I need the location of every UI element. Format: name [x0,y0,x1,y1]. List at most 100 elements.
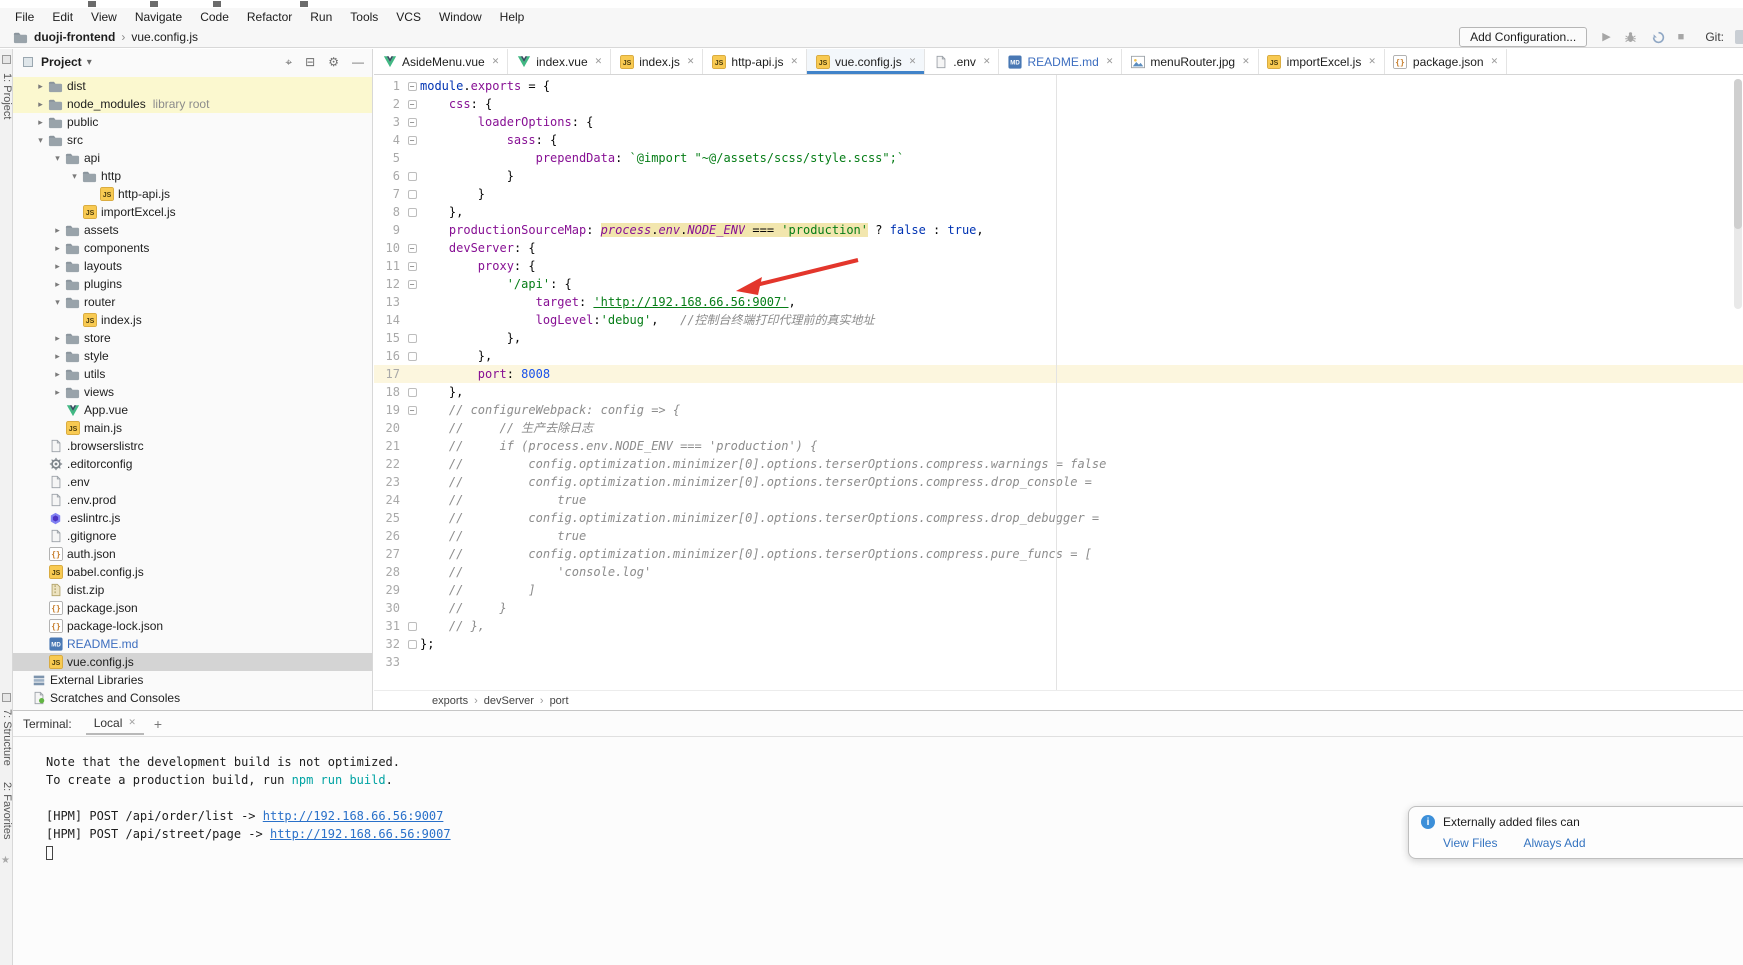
menu-item-file[interactable]: File [6,8,43,27]
vcs-update-icon[interactable] [1735,30,1743,44]
tool-window-button-structure[interactable]: 7: Structure [0,709,13,766]
line-number[interactable]: 27 [374,545,404,563]
new-terminal-button[interactable]: + [154,716,162,732]
chevron-down-icon[interactable]: ▾ [68,171,81,182]
tool-window-button-project[interactable]: 1: Project [0,73,13,119]
project-panel-title[interactable]: Project [41,55,82,69]
line-number[interactable]: 11 [374,257,404,275]
line-number[interactable]: 10 [374,239,404,257]
line-number[interactable]: 4 [374,131,404,149]
debug-button[interactable] [1622,31,1639,44]
chevron-down-icon[interactable]: ▾ [87,57,92,68]
line-number[interactable]: 3 [374,113,404,131]
line-number[interactable]: 17 [374,365,404,383]
tree-item-babel-config-js[interactable]: JSbabel.config.js [13,563,372,581]
line-number[interactable]: 18 [374,383,404,401]
line-number[interactable]: 23 [374,473,404,491]
chevron-right-icon[interactable]: ▸ [34,117,47,128]
tree-item-views[interactable]: ▸views [13,383,372,401]
fold-marker-icon[interactable]: − [404,275,420,293]
editor-tab-asidemenu-vue[interactable]: AsideMenu.vue✕ [374,49,508,74]
tree-item-env[interactable]: .env [13,473,372,491]
breadcrumb-exports[interactable]: exports [432,695,468,707]
tree-item-browserslistrc[interactable]: .browserslistrc [13,437,372,455]
close-icon[interactable]: ✕ [687,56,695,67]
menu-item-run[interactable]: Run [301,8,341,27]
line-number[interactable]: 26 [374,527,404,545]
chevron-right-icon[interactable]: ▸ [51,369,64,380]
line-number[interactable]: 5 [374,149,404,167]
close-icon[interactable]: ✕ [595,56,603,67]
line-number[interactable]: 19 [374,401,404,419]
line-number[interactable]: 13 [374,293,404,311]
fold-marker-icon[interactable]: − [404,257,420,275]
chevron-right-icon[interactable]: ▸ [51,333,64,344]
editor-tab-readme-md[interactable]: MDREADME.md✕ [999,49,1122,74]
tree-item-public[interactable]: ▸public [13,113,372,131]
line-number[interactable]: 7 [374,185,404,203]
tree-item-app-vue[interactable]: App.vue [13,401,372,419]
tree-item-auth-json[interactable]: {}auth.json [13,545,372,563]
chevron-right-icon[interactable]: ▸ [51,243,64,254]
chevron-down-icon[interactable]: ▾ [51,153,64,164]
menu-item-view[interactable]: View [82,8,126,27]
favorites-star-icon[interactable]: ★ [1,855,10,866]
breadcrumb-port[interactable]: port [550,695,569,707]
fold-marker-icon[interactable] [404,383,420,401]
stop-button[interactable]: ■ [1678,27,1685,47]
tree-item-package-lock-json[interactable]: {}package-lock.json [13,617,372,635]
chevron-right-icon[interactable]: ▸ [51,387,64,398]
line-number[interactable]: 16 [374,347,404,365]
editor-tab-vue-config-js[interactable]: JSvue.config.js✕ [807,49,925,74]
tree-item-style[interactable]: ▸style [13,347,372,365]
chevron-down-icon[interactable]: ▾ [34,135,47,146]
tool-window-button-favorites[interactable]: 2: Favorites [0,782,13,839]
fold-marker-icon[interactable] [404,167,420,185]
close-icon[interactable]: ✕ [128,717,136,728]
run-button[interactable]: ▶ [1602,27,1610,47]
fold-marker-icon[interactable] [404,329,420,347]
line-number[interactable]: 24 [374,491,404,509]
line-number[interactable]: 22 [374,455,404,473]
menu-item-window[interactable]: Window [430,8,491,27]
close-icon[interactable]: ✕ [1491,56,1499,67]
fold-marker-icon[interactable]: − [404,131,420,149]
breadcrumb-file[interactable]: vue.config.js [131,30,198,44]
tree-item-src[interactable]: ▾src [13,131,372,149]
close-icon[interactable]: ✕ [1106,56,1114,67]
menu-item-edit[interactable]: Edit [43,8,82,27]
tree-item-main-js[interactable]: JSmain.js [13,419,372,437]
tree-item-external-libraries[interactable]: External Libraries [13,671,372,689]
tree-item-layouts[interactable]: ▸layouts [13,257,372,275]
tree-item-utils[interactable]: ▸utils [13,365,372,383]
close-icon[interactable]: ✕ [983,56,991,67]
line-number[interactable]: 1 [374,77,404,95]
tree-item-assets[interactable]: ▸assets [13,221,372,239]
structure-tool-icon[interactable] [2,693,11,702]
fold-marker-icon[interactable]: − [404,239,420,257]
tree-item-node-modules[interactable]: ▸node_moduleslibrary root [13,95,372,113]
tree-item-router[interactable]: ▾router [13,293,372,311]
line-number[interactable]: 15 [374,329,404,347]
notification-action-always-add[interactable]: Always Add [1523,836,1585,850]
chevron-right-icon[interactable]: ▸ [51,279,64,290]
tree-item-env-prod[interactable]: .env.prod [13,491,372,509]
tree-item-store[interactable]: ▸store [13,329,372,347]
line-number[interactable]: 8 [374,203,404,221]
line-number[interactable]: 29 [374,581,404,599]
menu-item-tools[interactable]: Tools [341,8,387,27]
fold-marker-icon[interactable]: − [404,77,420,95]
terminal-url-link[interactable]: http://192.168.66.56:9007 [270,827,451,841]
tree-item-index-js[interactable]: JSindex.js [13,311,372,329]
breadcrumb-project[interactable]: duoji-frontend [34,30,115,44]
line-number[interactable]: 31 [374,617,404,635]
line-number[interactable]: 6 [374,167,404,185]
tree-item-eslintrc-js[interactable]: .eslintrc.js [13,509,372,527]
tree-item-http-api-js[interactable]: JShttp-api.js [13,185,372,203]
terminal-url-link[interactable]: http://192.168.66.56:9007 [263,809,444,823]
line-number[interactable]: 14 [374,311,404,329]
fold-marker-icon[interactable] [404,185,420,203]
project-tool-icon[interactable] [2,55,11,64]
fold-marker-icon[interactable] [404,203,420,221]
locate-file-icon[interactable]: ⌖ [285,55,292,70]
